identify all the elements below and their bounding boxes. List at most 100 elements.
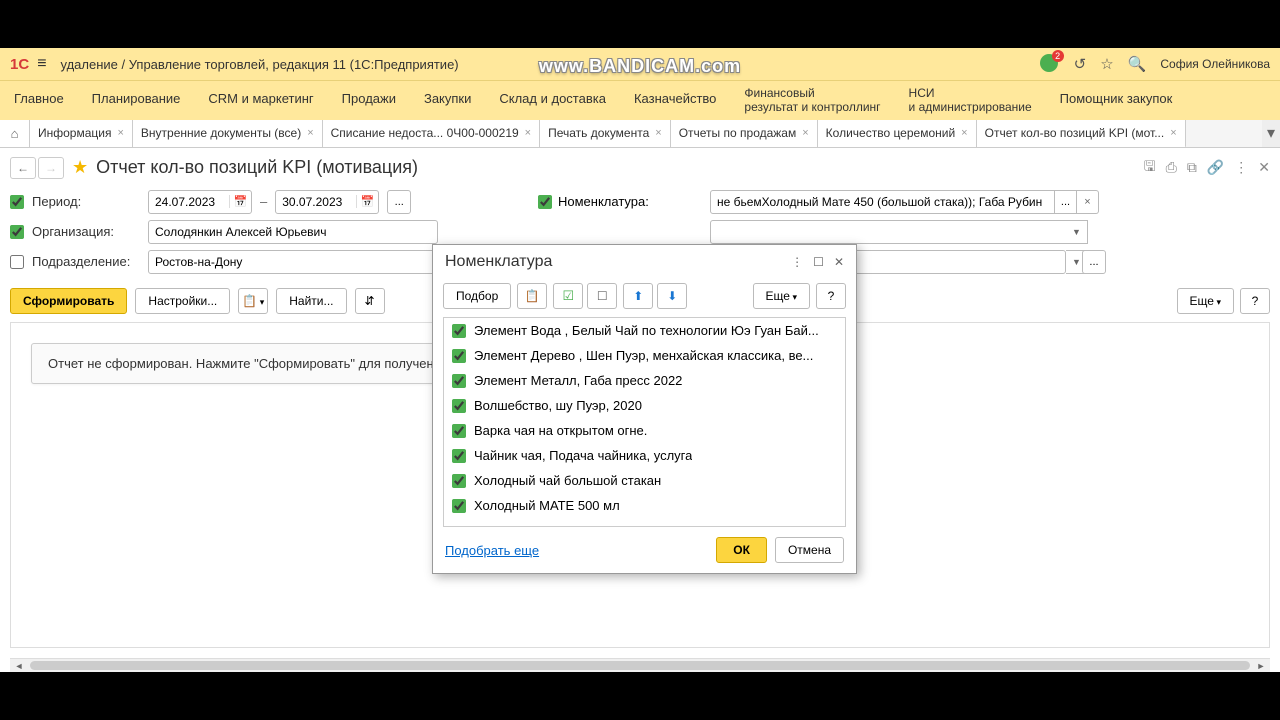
scroll-right-icon[interactable]: ►: [1254, 659, 1268, 673]
tab[interactable]: Отчеты по продажам×: [671, 120, 818, 147]
right-field-3-more[interactable]: ...: [1082, 250, 1106, 274]
org-checkbox[interactable]: [10, 225, 24, 239]
calendar-icon[interactable]: 📅: [229, 195, 251, 208]
user-name[interactable]: София Олейникова: [1160, 57, 1270, 71]
item-checkbox[interactable]: [452, 474, 466, 488]
date-to-field[interactable]: 📅: [275, 190, 379, 214]
ok-button[interactable]: ОК: [716, 537, 767, 563]
help-button[interactable]: ?: [1240, 288, 1270, 314]
item-checkbox[interactable]: [452, 324, 466, 338]
nomenclature-clear-button[interactable]: ×: [1077, 190, 1099, 214]
save-icon[interactable]: 🖫: [1144, 156, 1156, 180]
list-item[interactable]: Элемент Металл, Габа пресс 2022: [444, 368, 845, 393]
period-checkbox[interactable]: [10, 195, 24, 209]
star-icon[interactable]: ☆: [1100, 55, 1113, 73]
nomenclature-select-button[interactable]: ...: [1055, 190, 1077, 214]
right-field-2-dropdown[interactable]: ▼: [1066, 220, 1088, 244]
expand-button[interactable]: ⇵: [355, 288, 385, 314]
date-to-input[interactable]: [276, 195, 356, 209]
dialog-maximize-icon[interactable]: ☐: [813, 255, 824, 269]
dialog-close-icon[interactable]: ✕: [834, 255, 844, 269]
export-icon[interactable]: ⧉: [1187, 159, 1197, 176]
menu-item[interactable]: Продажи: [328, 81, 410, 120]
horizontal-scrollbar[interactable]: ◄ ►: [10, 658, 1270, 672]
tab[interactable]: Списание недоста... 0Ч00-000219×: [323, 120, 540, 147]
dialog-help-button[interactable]: ?: [816, 283, 846, 309]
uncheck-all-button[interactable]: ☐: [587, 283, 617, 309]
list-item[interactable]: Волшебство, шу Пуэр, 2020: [444, 393, 845, 418]
nomenclature-input[interactable]: [710, 190, 1055, 214]
more-button[interactable]: Еще: [1177, 288, 1234, 314]
menu-item[interactable]: Главное: [0, 81, 78, 120]
date-from-input[interactable]: [149, 195, 229, 209]
date-from-field[interactable]: 📅: [148, 190, 252, 214]
nomenclature-list[interactable]: Элемент Вода , Белый Чай по технологии Ю…: [443, 317, 846, 527]
menu-item[interactable]: Планирование: [78, 81, 195, 120]
tab-close-icon[interactable]: ×: [961, 127, 967, 139]
variants-button[interactable]: 📋: [238, 288, 268, 314]
dept-checkbox[interactable]: [10, 255, 24, 269]
home-tab[interactable]: ⌂: [0, 120, 30, 147]
menu-item[interactable]: Закупки: [410, 81, 485, 120]
menu-item[interactable]: Казначейство: [620, 81, 730, 120]
menu-item[interactable]: Финансовыйрезультат и контроллинг: [730, 81, 894, 120]
dialog-more-button[interactable]: Еще: [753, 283, 810, 309]
menu-item[interactable]: Склад и доставка: [485, 81, 620, 120]
settings-button[interactable]: Настройки...: [135, 288, 230, 314]
kebab-icon[interactable]: ⋮: [1234, 159, 1248, 176]
link-icon[interactable]: 🔗: [1207, 159, 1224, 176]
form-button[interactable]: Сформировать: [10, 288, 127, 314]
burger-icon[interactable]: ≡: [37, 55, 46, 73]
history-icon[interactable]: ↺: [1074, 55, 1087, 73]
move-up-button[interactable]: ⬆: [623, 283, 653, 309]
tab[interactable]: Отчет кол-во позиций KPI (мот...×: [977, 120, 1186, 147]
tab[interactable]: Количество церемоний×: [818, 120, 977, 147]
menu-item[interactable]: НСИи администрирование: [895, 81, 1046, 120]
tab-close-icon[interactable]: ×: [307, 127, 313, 139]
close-page-icon[interactable]: ✕: [1258, 159, 1270, 176]
print-icon[interactable]: ⎙: [1166, 159, 1177, 176]
org-input[interactable]: [148, 220, 438, 244]
tabs-dropdown[interactable]: ▾: [1262, 120, 1280, 147]
search-icon[interactable]: 🔍: [1128, 55, 1147, 73]
move-down-button[interactable]: ⬇: [657, 283, 687, 309]
tab-close-icon[interactable]: ×: [1170, 127, 1176, 139]
tab-close-icon[interactable]: ×: [117, 127, 123, 139]
tab[interactable]: Информация×: [30, 120, 133, 147]
pick-button[interactable]: Подбор: [443, 283, 511, 309]
list-item[interactable]: Элемент Вода , Белый Чай по технологии Ю…: [444, 318, 845, 343]
right-field-2[interactable]: [710, 220, 1086, 244]
nomenclature-checkbox[interactable]: [538, 195, 552, 209]
dialog-kebab-icon[interactable]: ⋮: [791, 255, 803, 269]
list-item[interactable]: Чайник чая, Подача чайника, услуга: [444, 443, 845, 468]
list-item[interactable]: Варка чая на открытом огне.: [444, 418, 845, 443]
pick-more-link[interactable]: Подобрать еще: [445, 543, 539, 558]
list-item[interactable]: Холодный МАТЕ 500 мл: [444, 493, 845, 518]
tab-close-icon[interactable]: ×: [525, 127, 531, 139]
menu-item[interactable]: CRM и маркетинг: [194, 81, 327, 120]
item-checkbox[interactable]: [452, 499, 466, 513]
menu-item[interactable]: Помощник закупок: [1046, 81, 1187, 120]
item-checkbox[interactable]: [452, 399, 466, 413]
nav-back-button[interactable]: ←: [10, 157, 36, 179]
notification-bell[interactable]: 2: [1040, 54, 1060, 74]
period-more-button[interactable]: ...: [387, 190, 411, 214]
paste-button[interactable]: 📋: [517, 283, 547, 309]
calendar-icon[interactable]: 📅: [356, 195, 378, 208]
list-item[interactable]: Элемент Дерево , Шен Пуэр, менхайская кл…: [444, 343, 845, 368]
find-button[interactable]: Найти...: [276, 288, 346, 314]
tab-close-icon[interactable]: ×: [655, 127, 661, 139]
scroll-left-icon[interactable]: ◄: [12, 659, 26, 673]
item-checkbox[interactable]: [452, 374, 466, 388]
tab[interactable]: Внутренние документы (все)×: [133, 120, 323, 147]
scroll-thumb[interactable]: [30, 661, 1250, 670]
list-item[interactable]: Холодный чай большой стакан: [444, 468, 845, 493]
dept-input[interactable]: [148, 250, 438, 274]
item-checkbox[interactable]: [452, 349, 466, 363]
tab-close-icon[interactable]: ×: [802, 127, 808, 139]
item-checkbox[interactable]: [452, 424, 466, 438]
cancel-button[interactable]: Отмена: [775, 537, 844, 563]
favorite-star-icon[interactable]: ★: [72, 157, 88, 178]
tab[interactable]: Печать документа×: [540, 120, 671, 147]
check-all-button[interactable]: ☑: [553, 283, 583, 309]
